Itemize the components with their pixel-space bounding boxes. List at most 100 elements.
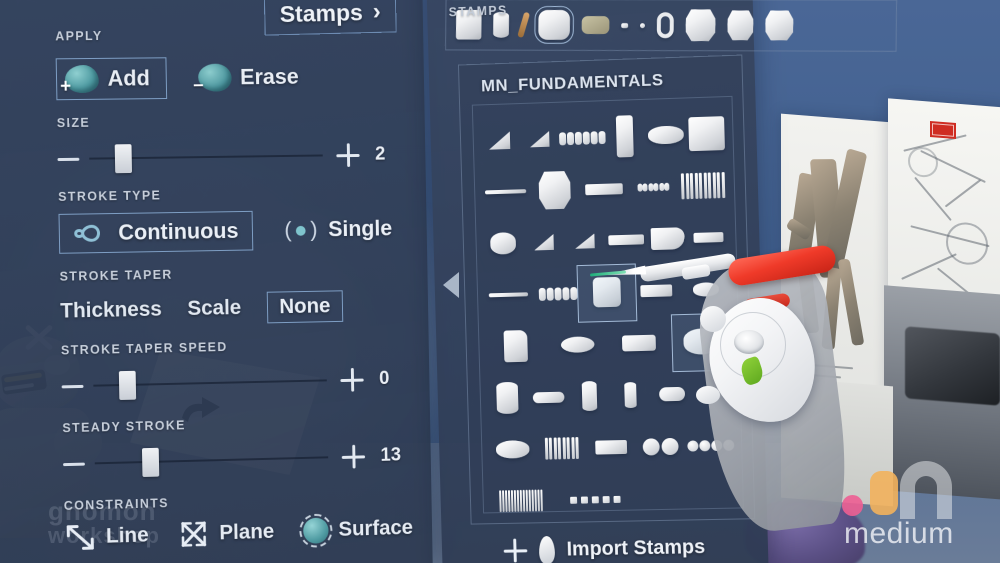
stroke-type-section-label: STROKE TYPE bbox=[58, 188, 162, 204]
size-plus-icon[interactable] bbox=[336, 143, 360, 167]
taper-speed-slider-track[interactable] bbox=[93, 366, 327, 401]
controller-button-a[interactable] bbox=[700, 306, 726, 332]
single-dot-icon: ( ) bbox=[284, 216, 318, 242]
recent-stamp-item[interactable] bbox=[621, 22, 629, 28]
recent-stamp-item[interactable] bbox=[656, 12, 674, 39]
stamp-library-title: MN_FUNDAMENTALS bbox=[480, 70, 664, 96]
recent-stamp-item[interactable] bbox=[685, 9, 715, 41]
stroke-type-continuous-button[interactable]: Continuous bbox=[58, 210, 254, 254]
constraint-surface-label: Surface bbox=[338, 516, 414, 541]
apply-mode-erase-button[interactable]: – Erase bbox=[190, 57, 315, 98]
steady-stroke-plus-icon[interactable] bbox=[342, 445, 366, 469]
size-value: 2 bbox=[374, 143, 386, 165]
surface-sphere-icon bbox=[303, 517, 329, 544]
stamp-cell[interactable] bbox=[486, 376, 528, 421]
stamp-cell[interactable] bbox=[482, 169, 528, 214]
stamp-cell[interactable] bbox=[519, 117, 560, 162]
recent-stamp-item[interactable] bbox=[640, 22, 646, 28]
stamp-cell[interactable] bbox=[685, 111, 727, 156]
left-triangle-icon[interactable] bbox=[443, 272, 459, 298]
stamp-cell[interactable] bbox=[680, 163, 727, 208]
stamps-nav-button[interactable]: Stamps › bbox=[263, 0, 397, 36]
stamp-cell[interactable] bbox=[493, 324, 539, 369]
stamp-grid-row bbox=[485, 315, 733, 373]
taper-speed-plus-icon[interactable] bbox=[340, 368, 364, 392]
stamp-cell[interactable] bbox=[605, 217, 647, 262]
stamp-cell[interactable] bbox=[482, 221, 524, 266]
stamp-cell[interactable] bbox=[523, 220, 565, 265]
stroke-taper-section-label: STROKE TAPER bbox=[59, 267, 173, 284]
stamp-cell[interactable] bbox=[554, 322, 601, 367]
stamp-cell[interactable] bbox=[564, 219, 606, 264]
stamp-cell[interactable] bbox=[534, 271, 580, 316]
steady-stroke-minus-icon[interactable] bbox=[63, 462, 85, 466]
stamp-cell[interactable] bbox=[646, 216, 689, 261]
stamp-cell[interactable] bbox=[490, 427, 536, 472]
medium-pill-icon bbox=[870, 471, 898, 515]
stroke-taper-row: Thickness Scale None bbox=[60, 289, 403, 327]
taper-speed-minus-icon[interactable] bbox=[61, 384, 84, 388]
stamp-cell[interactable] bbox=[527, 375, 569, 420]
stroke-taper-current-value[interactable]: None bbox=[266, 290, 344, 324]
reference-red-stamp-mark bbox=[930, 120, 956, 140]
recent-stamp-item[interactable] bbox=[765, 10, 793, 40]
stroke-taper-speed-section-label: STROKE TAPER SPEED bbox=[60, 340, 228, 358]
taper-speed-slider-knob[interactable] bbox=[119, 370, 137, 401]
stamp-cell[interactable] bbox=[616, 321, 663, 366]
size-slider-knob[interactable] bbox=[114, 144, 133, 174]
stroke-taper-thickness-option[interactable]: Thickness bbox=[60, 298, 162, 324]
recent-stamp-item[interactable] bbox=[517, 11, 531, 39]
stroke-type-continuous-label: Continuous bbox=[118, 218, 239, 245]
stamp-cell[interactable] bbox=[630, 165, 677, 210]
recent-stamp-item[interactable] bbox=[727, 10, 753, 40]
stamp-cell[interactable] bbox=[581, 166, 628, 211]
stamp-cell[interactable] bbox=[485, 272, 531, 317]
stamp-cell[interactable] bbox=[650, 372, 693, 417]
stamp-cell[interactable] bbox=[569, 477, 621, 522]
stamp-cell[interactable] bbox=[588, 425, 635, 470]
recent-stamps-strip[interactable] bbox=[445, 0, 898, 52]
size-slider-row: 2 bbox=[57, 138, 400, 176]
stamp-cell[interactable] bbox=[499, 479, 543, 523]
stamp-grid-row bbox=[480, 159, 728, 218]
stamp-cell[interactable] bbox=[605, 114, 647, 159]
stamp-cell[interactable] bbox=[609, 373, 651, 418]
stamp-cell[interactable] bbox=[539, 426, 585, 471]
stamp-cell[interactable] bbox=[645, 112, 687, 157]
gnomon-watermark-line1: gnomon bbox=[48, 496, 157, 526]
size-section-label: SIZE bbox=[56, 115, 91, 131]
steady-stroke-slider-track[interactable] bbox=[94, 443, 329, 479]
stamp-cell[interactable] bbox=[531, 168, 577, 213]
minus-sign-glyph: – bbox=[193, 74, 204, 96]
controller-button-b[interactable] bbox=[696, 386, 720, 404]
recent-stamp-item-selected[interactable] bbox=[534, 6, 575, 44]
constraint-surface-button[interactable]: Surface bbox=[303, 515, 413, 544]
apply-mode-row: + Add – Erase bbox=[55, 55, 400, 101]
size-minus-icon[interactable] bbox=[57, 157, 80, 161]
size-slider-track[interactable] bbox=[89, 141, 323, 174]
steady-stroke-section-label: STEADY STROKE bbox=[62, 418, 186, 436]
stamp-cell[interactable] bbox=[559, 115, 606, 160]
stamp-cell[interactable] bbox=[479, 118, 520, 163]
stroke-type-single-button[interactable]: ( ) Single bbox=[270, 209, 406, 249]
medium-dot-icon bbox=[842, 495, 863, 516]
taper-speed-value: 0 bbox=[378, 368, 390, 390]
recent-stamp-item[interactable] bbox=[581, 16, 610, 35]
steady-stroke-slider-knob[interactable] bbox=[141, 447, 159, 478]
stamp-cell[interactable] bbox=[637, 424, 684, 469]
controller-thumbstick[interactable] bbox=[734, 330, 764, 354]
apply-mode-add-label: Add bbox=[107, 65, 151, 91]
stamp-grid-row bbox=[479, 107, 727, 167]
steady-stroke-value: 13 bbox=[380, 444, 402, 466]
infinity-icon bbox=[74, 223, 108, 243]
stroke-type-row: Continuous ( ) Single bbox=[58, 209, 402, 254]
medium-arch-icon bbox=[900, 461, 952, 519]
apply-mode-add-button[interactable]: + Add bbox=[55, 57, 167, 101]
plus-sign-glyph: + bbox=[59, 76, 72, 98]
stroke-taper-speed-slider-row: 0 bbox=[61, 362, 404, 403]
stroke-taper-scale-option[interactable]: Scale bbox=[187, 296, 241, 321]
stamp-cell[interactable] bbox=[568, 374, 610, 419]
stamp-grid-row bbox=[487, 419, 735, 476]
tool-settings-panel: APPLY + Add – Erase SIZE 2 STROKE TYPE C… bbox=[0, 0, 433, 563]
stroke-type-single-label: Single bbox=[327, 215, 393, 242]
